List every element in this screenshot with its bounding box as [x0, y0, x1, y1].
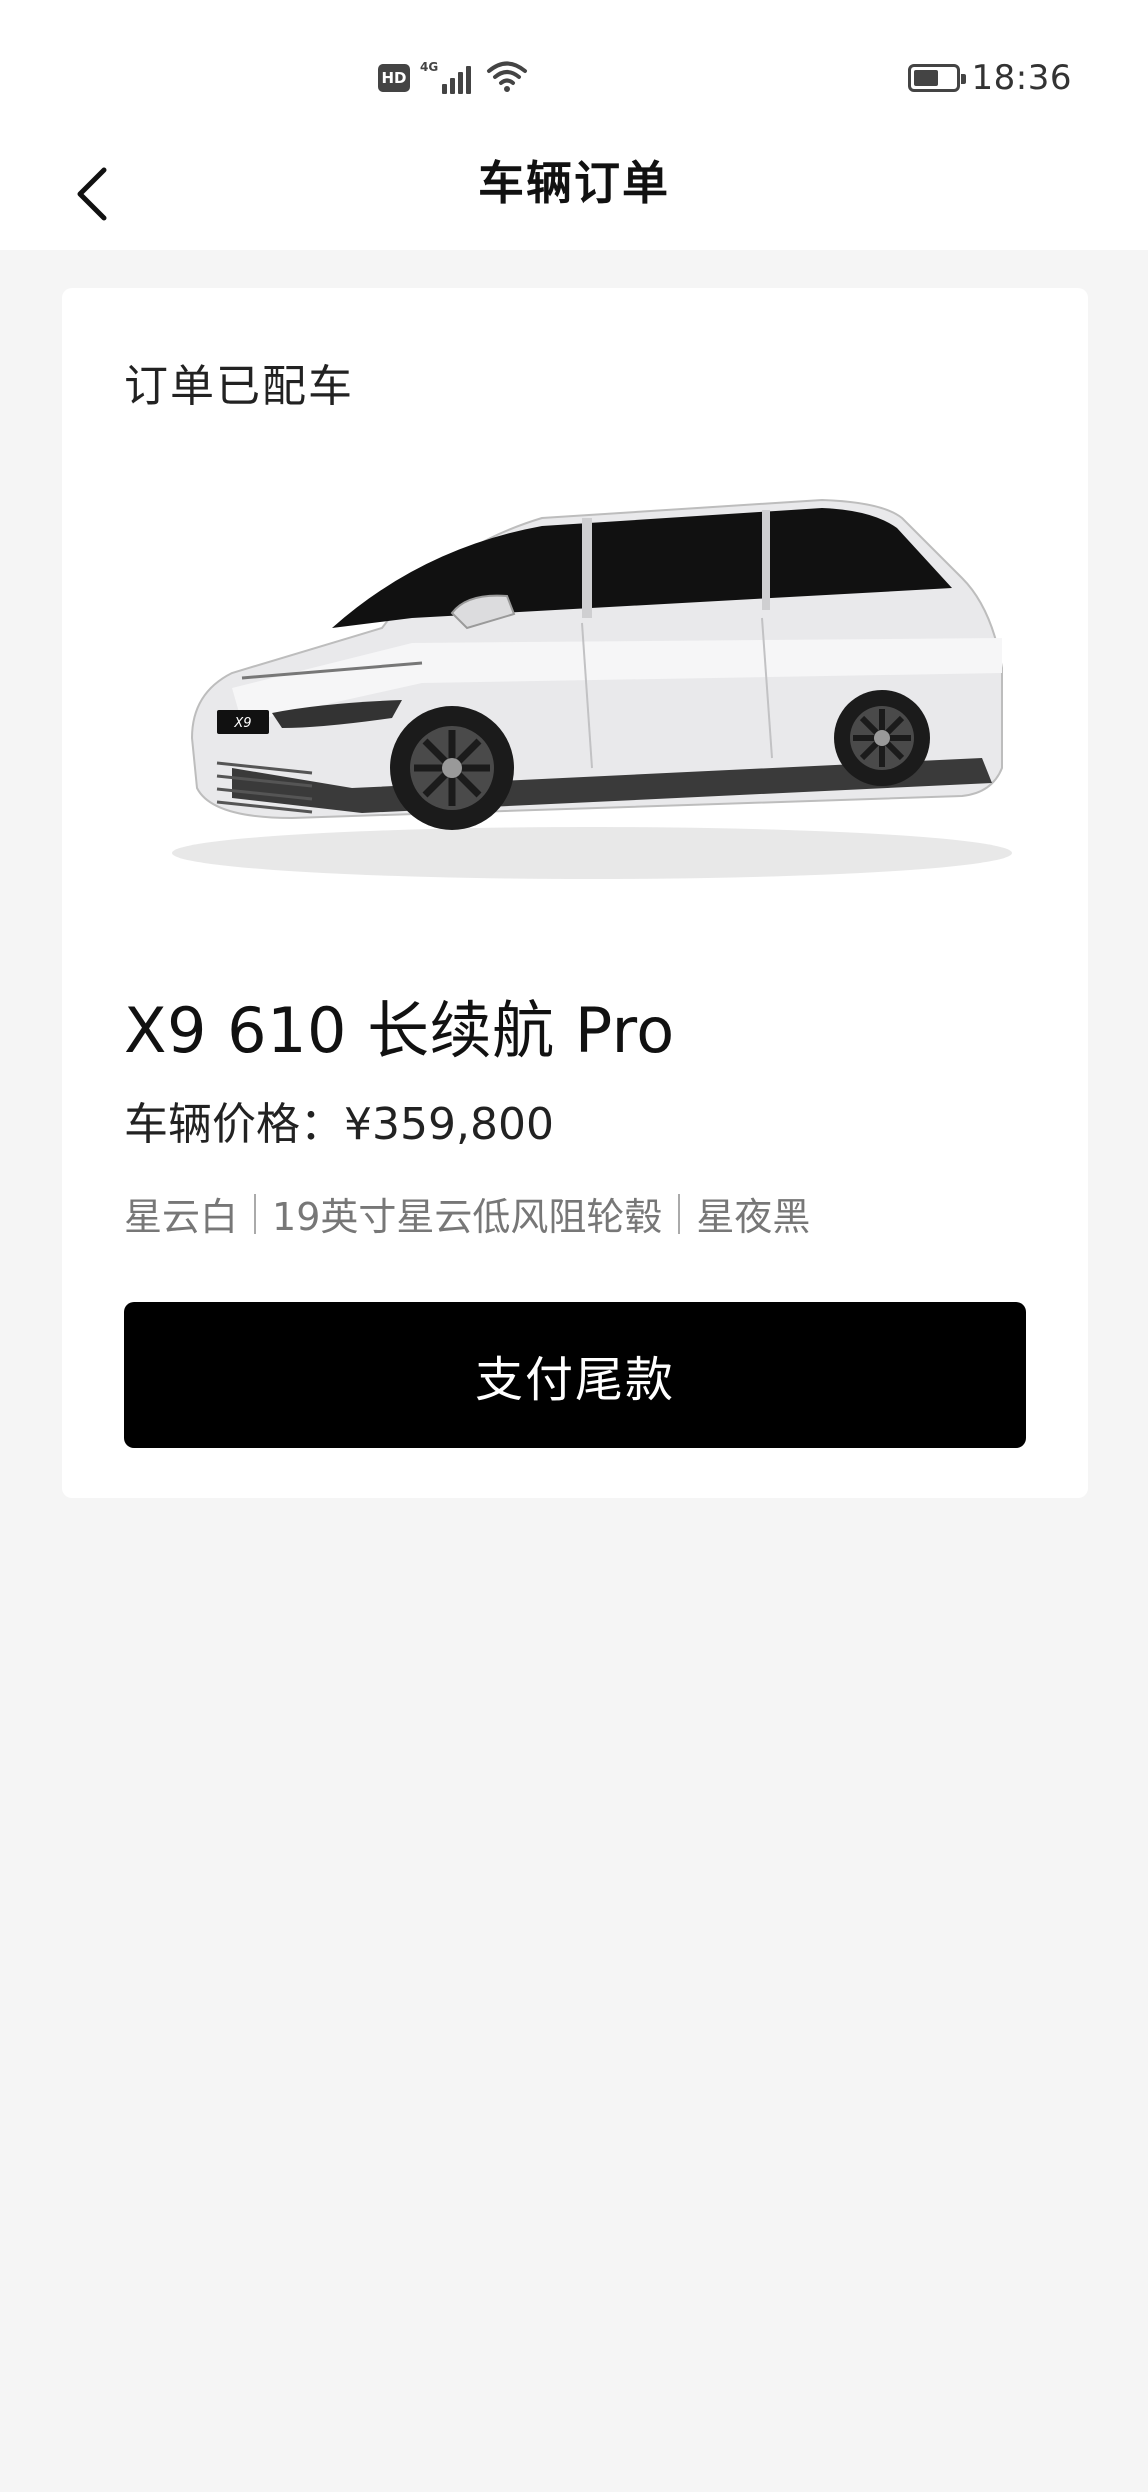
page-title: 车辆订单: [478, 156, 670, 210]
car-model-name: X9 610 长续航 Pro: [124, 994, 675, 1067]
pay-balance-button[interactable]: 支付尾款: [124, 1302, 1026, 1448]
order-card: 订单已配车 X9 X9 610 长续航 Pro 车辆价格：¥359,800 星云…: [62, 288, 1088, 1498]
signal-icon: 4G: [420, 58, 476, 98]
car-image: X9: [122, 438, 1022, 898]
config-divider: [254, 1193, 257, 1234]
config-divider: [678, 1193, 681, 1234]
status-bar: HD 4G 18:36: [0, 0, 1148, 150]
hd-icon: HD: [378, 64, 410, 92]
config-item-wheels: 19英寸星云低风阻轮毂: [272, 1195, 663, 1239]
wifi-icon: [486, 59, 528, 97]
clock-time: 18:36: [971, 58, 1072, 98]
car-config-list: 星云白 19英寸星云低风阻轮毂 星夜黑: [124, 1186, 810, 1241]
config-item-exterior-color: 星云白: [124, 1195, 239, 1239]
navigation-bar: 车辆订单: [0, 150, 1148, 250]
status-icons-group: HD 4G: [378, 56, 528, 100]
order-status-label: 订单已配车: [124, 361, 354, 412]
config-item-interior-color: 星夜黑: [696, 1195, 811, 1239]
battery-time-group: 18:36: [907, 56, 1072, 100]
battery-icon: [907, 64, 966, 92]
car-badge-text: X9: [233, 716, 251, 731]
network-type-label: 4G: [420, 60, 439, 74]
car-price: 车辆价格：¥359,800: [124, 1099, 554, 1150]
